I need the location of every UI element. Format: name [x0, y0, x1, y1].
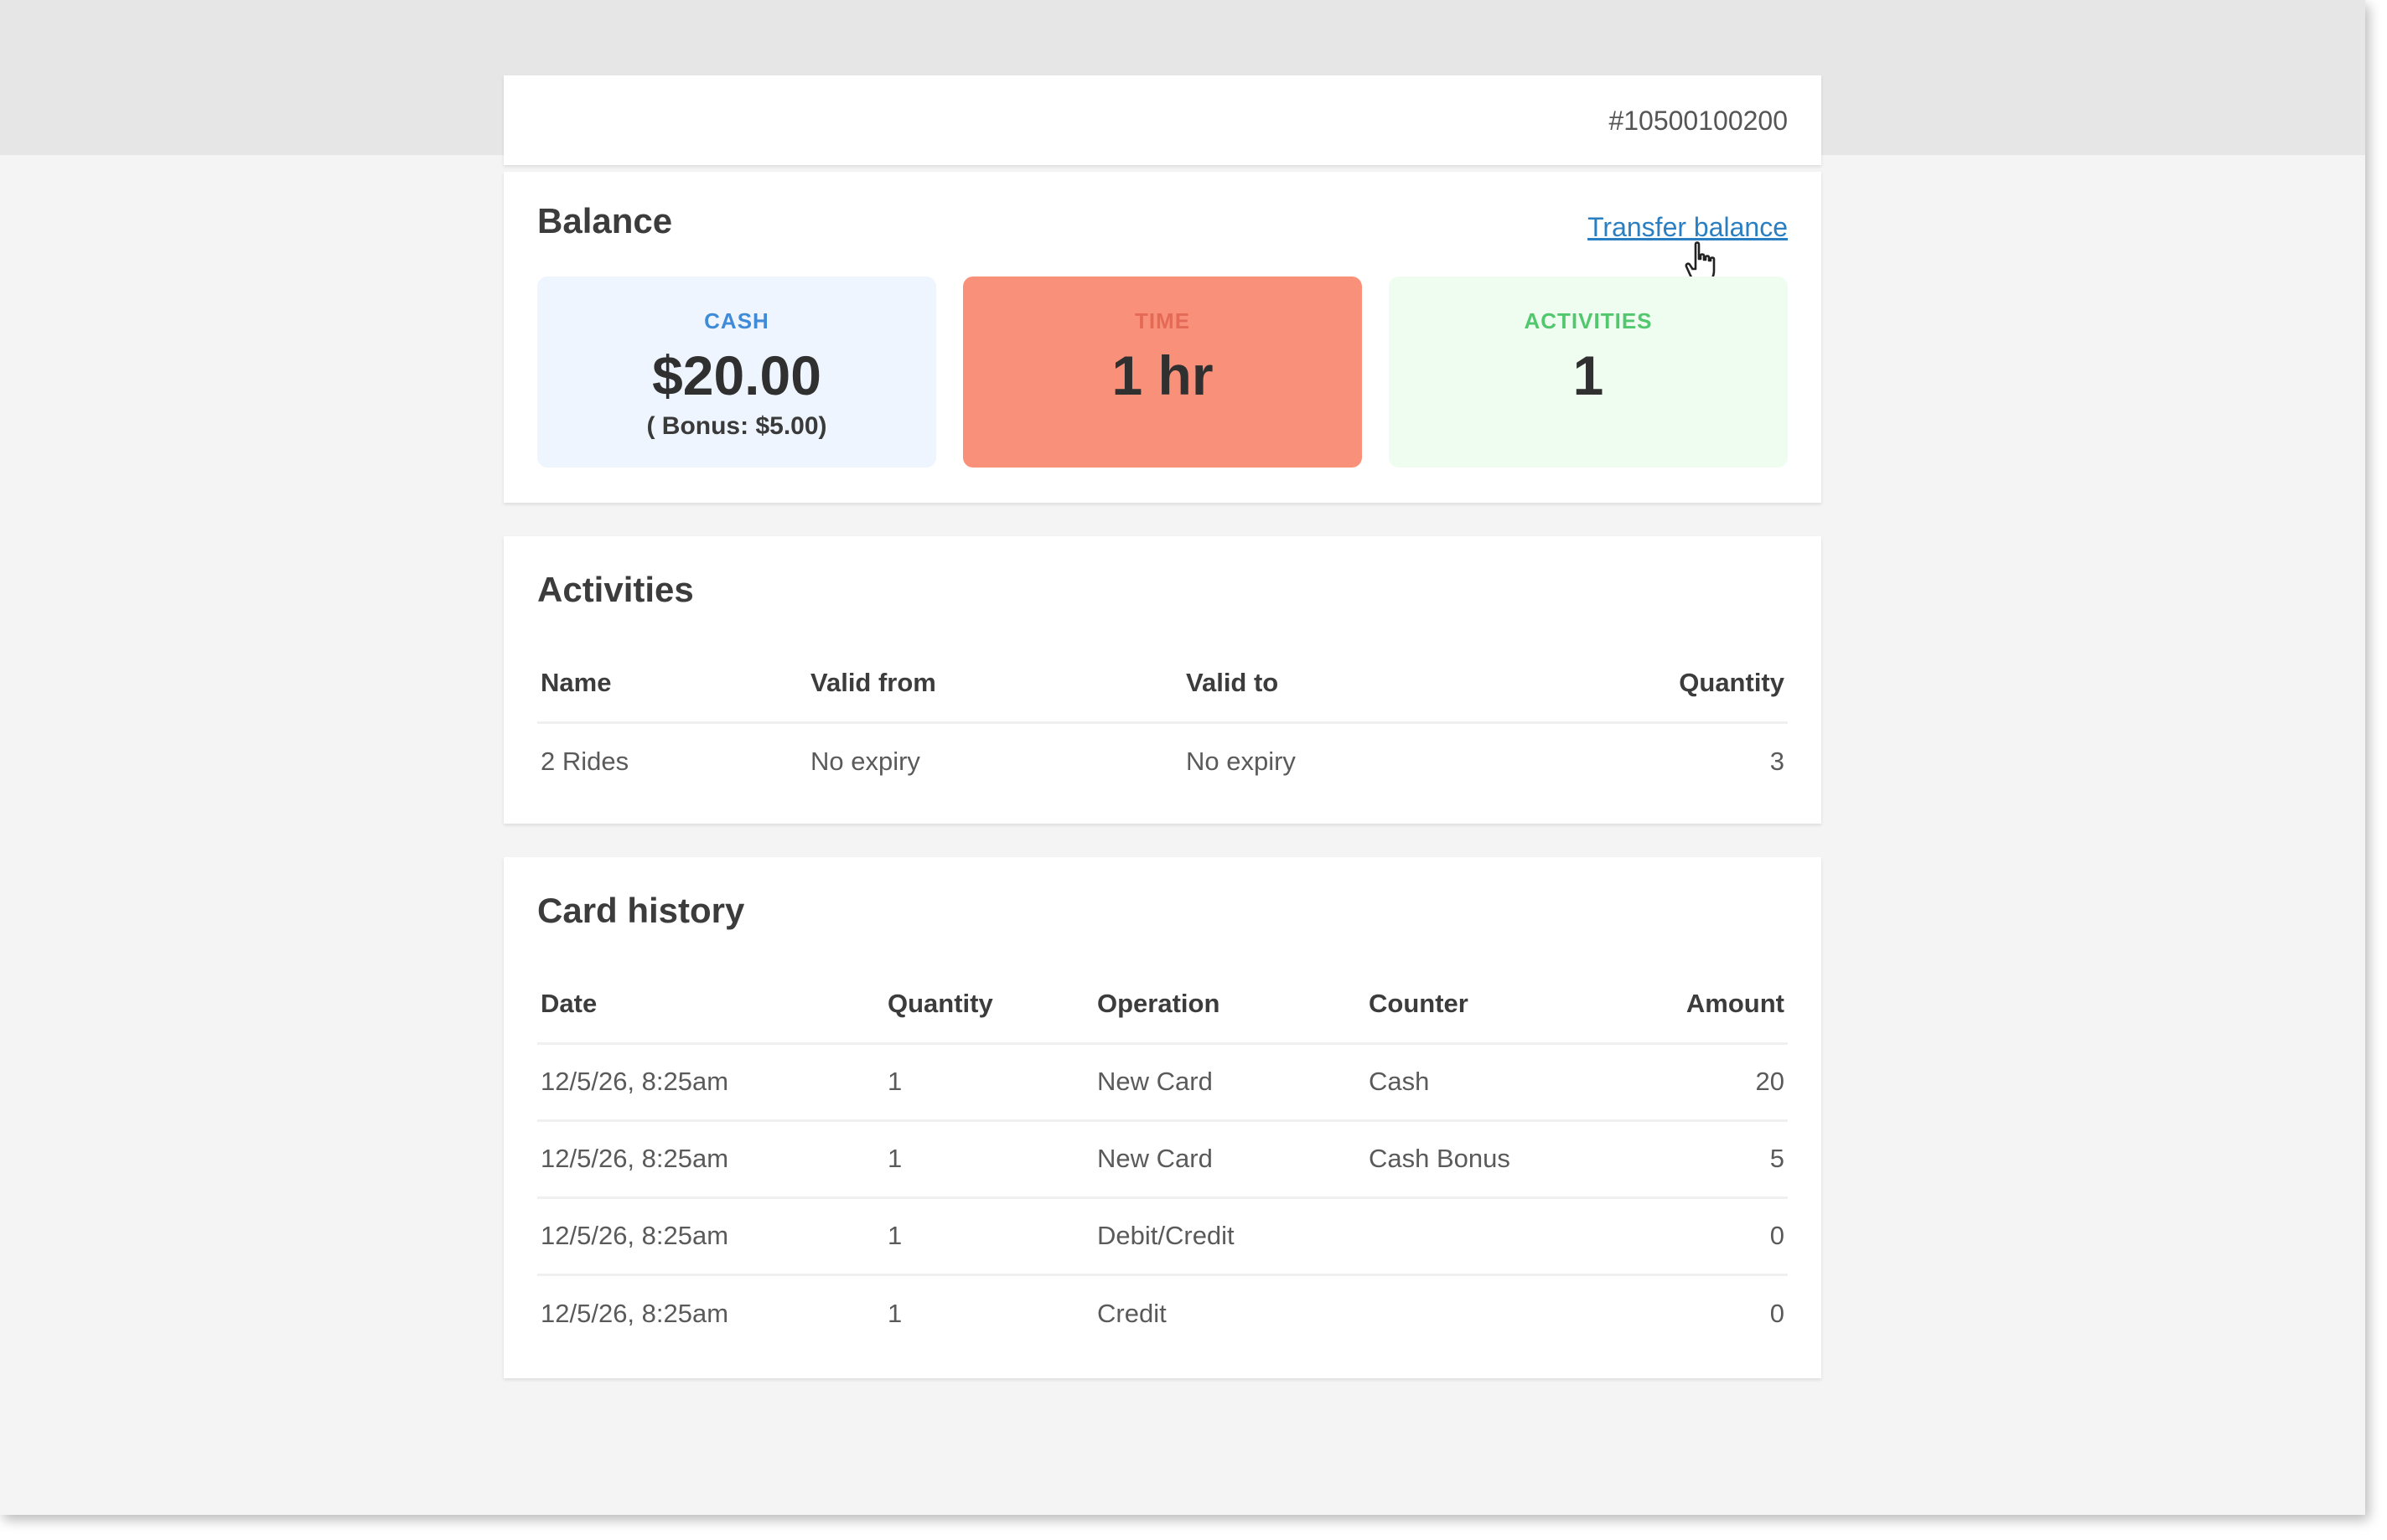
history-quantity: 1	[884, 1197, 1094, 1276]
history-amount: 0	[1769, 1298, 1784, 1328]
history-counter	[1365, 1274, 1625, 1351]
history-amount: 20	[1625, 1043, 1788, 1122]
card-history-panel: Card history Date Quantity Operation Cou…	[504, 857, 1821, 1378]
cash-value: $20.00	[652, 344, 821, 406]
column-header-quantity: Quantity	[1518, 645, 1788, 724]
history-counter: Cash Bonus	[1365, 1120, 1625, 1199]
table-row: 12/5/26, 8:25am 1 New Card Cash 20	[537, 1043, 1788, 1122]
activities-value: 1	[1572, 344, 1604, 406]
column-header-valid-to: Valid to	[1183, 645, 1518, 724]
history-counter: Cash	[1365, 1043, 1625, 1122]
balance-panel: Balance Transfer balance CASH $20.00 ( B…	[504, 172, 1821, 503]
activities-tile: ACTIVITIES 1	[1389, 276, 1788, 468]
cash-tile: CASH $20.00 ( Bonus: $5.00)	[537, 276, 936, 468]
history-date: 12/5/26, 8:25am	[537, 1197, 884, 1276]
history-operation: Credit	[1097, 1298, 1167, 1328]
table-row: 12/5/26, 8:25am 1 New Card Cash Bonus 5	[537, 1120, 1788, 1199]
history-date: 12/5/26, 8:25am	[537, 1043, 884, 1122]
activity-quantity: 3	[1769, 746, 1784, 776]
history-operation: New Card	[1094, 1043, 1365, 1122]
card-history-title: Card history	[537, 891, 745, 930]
column-header-quantity: Quantity	[884, 966, 1094, 1045]
column-header-name: Name	[537, 645, 807, 724]
time-tile: TIME 1 hr	[963, 276, 1362, 468]
cash-bonus: ( Bonus: $5.00)	[646, 412, 827, 440]
column-header-counter: Counter	[1365, 966, 1625, 1045]
history-date: 12/5/26, 8:25am	[541, 1298, 729, 1328]
column-header-amount: Amount	[1625, 966, 1788, 1045]
history-quantity: 1	[884, 1120, 1094, 1199]
table-row: 12/5/26, 8:25am 1 Debit/Credit 0	[537, 1197, 1788, 1276]
table-header-row: Name Valid from Valid to Quantity	[537, 645, 1788, 724]
table-header-row: Date Quantity Operation Counter Amount	[537, 966, 1788, 1045]
activity-valid-to: No expiry	[1186, 746, 1296, 776]
history-amount: 0	[1625, 1197, 1788, 1276]
activity-valid-from: No expiry	[810, 746, 920, 776]
card-history-table: Date Quantity Operation Counter Amount 1…	[537, 966, 1788, 1351]
activities-label: ACTIVITIES	[1524, 308, 1653, 333]
history-date: 12/5/26, 8:25am	[537, 1120, 884, 1199]
table-row: 2 Rides No expiry No expiry 3	[537, 722, 1788, 799]
column-header-valid-from: Valid from	[807, 645, 1183, 724]
history-operation: Debit/Credit	[1094, 1197, 1365, 1276]
card-header: #10500100200	[504, 75, 1821, 165]
activity-name: 2 Rides	[541, 746, 629, 776]
column-header-operation: Operation	[1094, 966, 1365, 1045]
app-window: #10500100200 Balance Transfer balance CA…	[0, 0, 2365, 1515]
history-quantity: 1	[884, 1043, 1094, 1122]
activities-table: Name Valid from Valid to Quantity 2 Ride…	[537, 645, 1788, 799]
transfer-balance-link[interactable]: Transfer balance	[1587, 212, 1788, 243]
history-quantity: 1	[888, 1298, 903, 1328]
balance-title: Balance	[537, 201, 673, 240]
column-header-date: Date	[537, 966, 884, 1045]
history-amount: 5	[1625, 1120, 1788, 1199]
history-operation: New Card	[1094, 1120, 1365, 1199]
time-label: TIME	[1134, 308, 1191, 333]
card-number: #10500100200	[1608, 106, 1788, 136]
activities-title: Activities	[537, 570, 694, 609]
activities-panel: Activities Name Valid from Valid to Quan…	[504, 536, 1821, 824]
table-row: 12/5/26, 8:25am 1 Credit 0	[537, 1274, 1788, 1351]
cash-label: CASH	[704, 308, 769, 333]
history-counter	[1365, 1197, 1625, 1276]
time-value: 1 hr	[1111, 344, 1214, 406]
